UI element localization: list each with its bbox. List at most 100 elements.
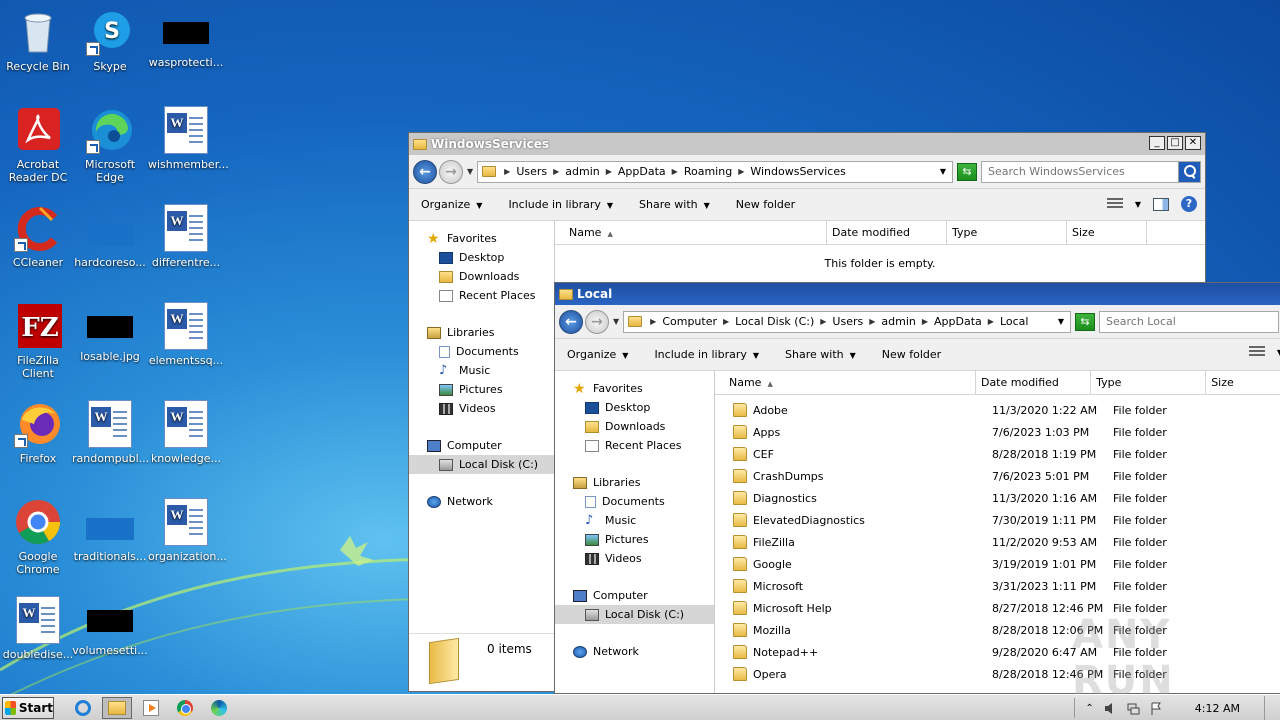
- recent-pages-dropdown[interactable]: ▼: [613, 317, 619, 326]
- table-row[interactable]: CrashDumps 7/6/2023 5:01 PM File folder: [715, 465, 1280, 487]
- address-dropdown-icon[interactable]: ▼: [940, 167, 946, 176]
- desktop-icon-doubledise[interactable]: doubledise...: [0, 596, 76, 661]
- nav-recent-places[interactable]: Recent Places: [409, 286, 554, 305]
- forward-button[interactable]: →: [439, 159, 463, 184]
- views-icon[interactable]: [1106, 198, 1123, 210]
- nav-pictures[interactable]: Pictures: [409, 380, 554, 399]
- new-folder-button[interactable]: New folder: [730, 195, 801, 214]
- action-center-flag-icon[interactable]: [1150, 702, 1163, 715]
- volume-icon[interactable]: [1104, 702, 1117, 715]
- recent-pages-dropdown[interactable]: ▼: [467, 167, 473, 176]
- desktop-icon-recycle-bin[interactable]: Recycle Bin: [0, 8, 76, 73]
- table-row[interactable]: Diagnostics 11/3/2020 1:16 AM File folder: [715, 487, 1280, 509]
- back-button[interactable]: ←: [413, 159, 437, 184]
- column-header-date-modified[interactable]: Date modified: [976, 371, 1092, 394]
- nav-recent-places[interactable]: Recent Places: [555, 436, 714, 455]
- desktop-icon-ccleaner[interactable]: CCleaner: [0, 204, 76, 269]
- nav-computer[interactable]: Computer: [409, 436, 554, 455]
- nav-downloads[interactable]: Downloads: [555, 417, 714, 436]
- table-row[interactable]: CEF 8/28/2018 1:19 PM File folder: [715, 443, 1280, 465]
- breadcrumb-item[interactable]: AppData: [618, 165, 666, 178]
- taskbar-clock[interactable]: 4:12 AM: [1195, 702, 1240, 715]
- nav-favorites[interactable]: ★ Favorites: [555, 379, 714, 398]
- minimize-button[interactable]: _: [1149, 136, 1165, 150]
- nav-documents[interactable]: Documents: [555, 492, 714, 511]
- nav-documents[interactable]: Documents: [409, 342, 554, 361]
- organize-button[interactable]: Organize ▼: [415, 195, 488, 214]
- back-button[interactable]: ←: [559, 309, 583, 334]
- breadcrumb-item[interactable]: admin: [881, 315, 915, 328]
- nav-libraries[interactable]: Libraries: [555, 473, 714, 492]
- breadcrumb-item[interactable]: Users: [516, 165, 547, 178]
- new-folder-button[interactable]: New folder: [876, 345, 947, 364]
- address-bar[interactable]: ▶ Users ▶ admin ▶ AppData ▶ Roaming ▶ Window…: [477, 160, 953, 183]
- include-in-library-button[interactable]: Include in library ▼: [502, 195, 619, 214]
- close-button[interactable]: ✕: [1185, 136, 1201, 150]
- nav-local-disk[interactable]: Local Disk (C:): [555, 605, 714, 624]
- share-with-button[interactable]: Share with ▼: [633, 195, 716, 214]
- search-input[interactable]: [1106, 315, 1278, 328]
- forward-button[interactable]: →: [585, 309, 609, 334]
- start-button[interactable]: Start: [2, 696, 54, 719]
- column-header-size[interactable]: Size: [1206, 371, 1280, 394]
- desktop-icon-edge[interactable]: Microsoft Edge: [72, 106, 148, 184]
- taskbar-internet-explorer[interactable]: [68, 697, 98, 719]
- breadcrumb-item[interactable]: Roaming: [684, 165, 732, 178]
- share-with-button[interactable]: Share with ▼: [779, 345, 862, 364]
- desktop-icon-traditionals[interactable]: traditionals...: [72, 498, 148, 563]
- desktop-icon-losable[interactable]: losable.jpg: [72, 302, 148, 363]
- column-header-type[interactable]: Type: [947, 221, 1067, 244]
- table-row[interactable]: Google 3/19/2019 1:01 PM File folder: [715, 553, 1280, 575]
- nav-music[interactable]: ♪ Music: [409, 361, 554, 380]
- views-icon[interactable]: [1248, 346, 1265, 358]
- desktop-icon-hardcoreso[interactable]: hardcoreso...: [72, 204, 148, 269]
- nav-network[interactable]: Network: [555, 642, 714, 661]
- nav-local-disk[interactable]: Local Disk (C:): [409, 455, 554, 474]
- desktop-icon-acrobat[interactable]: Acrobat Reader DC: [0, 106, 76, 184]
- column-header-size[interactable]: Size: [1067, 221, 1147, 244]
- refresh-button[interactable]: ⇆: [957, 162, 977, 181]
- title-bar[interactable]: Local: [555, 283, 1280, 305]
- breadcrumb-item[interactable]: AppData: [934, 315, 982, 328]
- table-row[interactable]: FileZilla 11/2/2020 9:53 AM File folder: [715, 531, 1280, 553]
- breadcrumb-item[interactable]: admin: [565, 165, 599, 178]
- breadcrumb-item[interactable]: Local: [1000, 315, 1029, 328]
- nav-videos[interactable]: Videos: [555, 549, 714, 568]
- help-icon[interactable]: ?: [1181, 196, 1197, 212]
- desktop-icon-wasprotecti[interactable]: wasprotecti...: [148, 8, 224, 69]
- table-row[interactable]: Apps 7/6/2023 1:03 PM File folder: [715, 421, 1280, 443]
- desktop-icon-filezilla[interactable]: FZ FileZilla Client: [0, 302, 76, 380]
- desktop-icon-volumesetti[interactable]: volumesetti...: [72, 596, 148, 657]
- nav-network[interactable]: Network: [409, 492, 554, 511]
- nav-desktop[interactable]: Desktop: [555, 398, 714, 417]
- nav-music[interactable]: ♪ Music: [555, 511, 714, 530]
- show-hidden-icons-icon[interactable]: ⌃: [1085, 703, 1093, 714]
- desktop-icon-differentre[interactable]: differentre...: [148, 204, 224, 269]
- search-icon[interactable]: [1178, 161, 1200, 182]
- taskbar-media-player[interactable]: [136, 697, 166, 719]
- table-row[interactable]: Adobe 11/3/2020 1:22 AM File folder: [715, 399, 1280, 421]
- column-header-date-modified[interactable]: Date modified: [827, 221, 947, 244]
- network-status-icon[interactable]: [1127, 702, 1140, 715]
- include-in-library-button[interactable]: Include in library ▼: [648, 345, 765, 364]
- nav-downloads[interactable]: Downloads: [409, 267, 554, 286]
- breadcrumb-item[interactable]: Users: [832, 315, 863, 328]
- search-input[interactable]: [988, 165, 1178, 178]
- taskbar-chrome[interactable]: [170, 697, 200, 719]
- nav-desktop[interactable]: Desktop: [409, 248, 554, 267]
- column-header-name[interactable]: Name ▲: [555, 221, 827, 244]
- table-row[interactable]: Microsoft 3/31/2023 1:11 PM File folder: [715, 575, 1280, 597]
- taskbar-edge[interactable]: [204, 697, 234, 719]
- breadcrumb-item[interactable]: WindowsServices: [750, 165, 846, 178]
- organize-button[interactable]: Organize ▼: [561, 345, 634, 364]
- column-header-name[interactable]: Name ▲: [715, 371, 976, 394]
- show-desktop-button[interactable]: [1264, 696, 1274, 720]
- desktop-icon-firefox[interactable]: Firefox: [0, 400, 76, 465]
- taskbar-file-explorer[interactable]: [102, 696, 132, 719]
- breadcrumb-item[interactable]: Computer: [662, 315, 717, 328]
- desktop-icon-knowledge[interactable]: knowledge...: [148, 400, 224, 465]
- nav-favorites[interactable]: ★ Favorites: [409, 229, 554, 248]
- desktop-icon-wishmember[interactable]: wishmember...: [148, 106, 229, 171]
- nav-videos[interactable]: Videos: [409, 399, 554, 418]
- preview-pane-icon[interactable]: [1153, 197, 1169, 211]
